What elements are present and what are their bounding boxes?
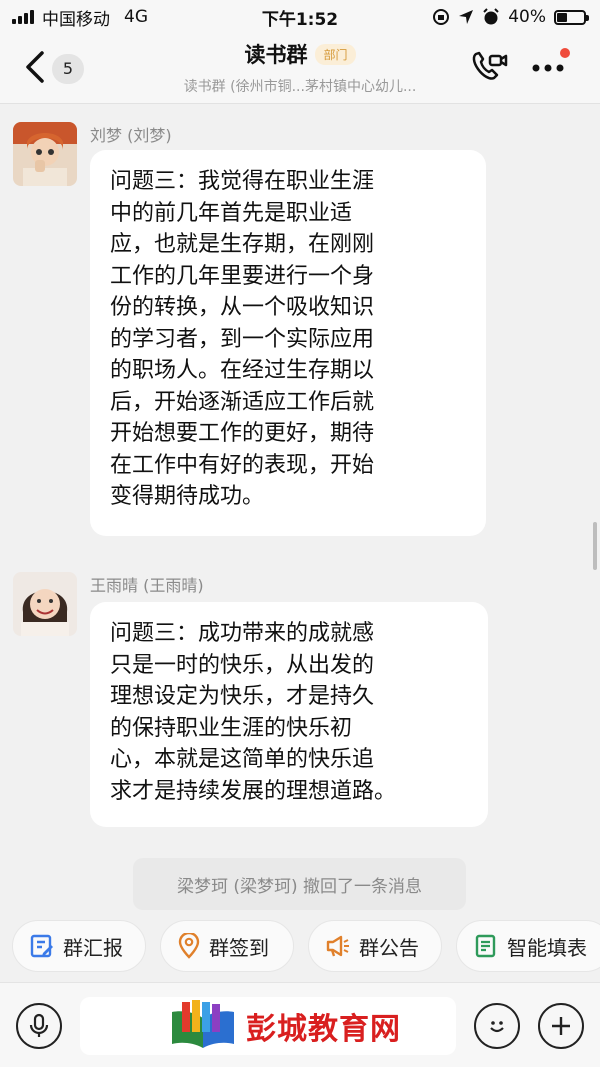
group-notice-button[interactable]: 群公告 bbox=[308, 920, 442, 972]
plus-icon bbox=[552, 1017, 570, 1035]
message-bubble[interactable]: 问题三：我觉得在职业生涯 中的前几年首先是职业适 应，也就是生存期，在刚刚 工作… bbox=[90, 150, 486, 536]
message-line: 份的转换，从一个吸收知识 bbox=[110, 295, 375, 320]
emoji-button[interactable] bbox=[474, 1003, 520, 1049]
form-icon bbox=[475, 934, 496, 958]
user-avatar-image bbox=[13, 122, 77, 186]
group-subtitle[interactable]: 读书群 (徐州市铜...茅村镇中心幼儿... bbox=[0, 76, 600, 96]
message-line: 工作的几年里要进行一个身 bbox=[110, 263, 375, 289]
status-bar: 中国移动 4G 下午1:52 40% bbox=[0, 0, 600, 34]
chip-label: 群签到 bbox=[209, 935, 269, 960]
scrollbar[interactable] bbox=[593, 522, 597, 570]
group-report-button[interactable]: 群汇报 bbox=[12, 920, 146, 972]
chip-label: 群汇报 bbox=[63, 935, 123, 960]
message-line: 变得期待成功。 bbox=[110, 484, 265, 509]
avatar[interactable] bbox=[13, 572, 77, 636]
department-badge: 部门 bbox=[315, 43, 356, 65]
chip-label: 智能填表 bbox=[507, 935, 587, 960]
message-line: 问题三：成功带来的成就感 bbox=[110, 621, 375, 646]
message-line: 中的前几年首先是职业适 bbox=[110, 200, 353, 226]
megaphone-icon bbox=[326, 935, 349, 957]
battery-icon bbox=[554, 9, 589, 25]
user-avatar-image bbox=[13, 572, 77, 636]
report-icon bbox=[30, 934, 53, 958]
battery-percent: 40% bbox=[508, 7, 546, 27]
alarm-icon bbox=[483, 8, 499, 25]
message-line: 应，也就是生存期，在刚刚 bbox=[110, 232, 375, 257]
rotation-lock-icon bbox=[433, 9, 450, 25]
message-line: 只是一时的快乐，从出发的 bbox=[110, 652, 375, 678]
voice-input-button[interactable] bbox=[16, 1003, 62, 1049]
message-line: 的职场人。在经过生存期以 bbox=[110, 358, 375, 383]
signal-icon bbox=[12, 10, 34, 24]
watermark: 彭城教育网 bbox=[170, 996, 440, 1056]
message-line: 的学习者，到一个实际应用 bbox=[110, 326, 375, 352]
network-label: 4G bbox=[124, 7, 148, 27]
message-line: 问题三：我觉得在职业生涯 bbox=[110, 169, 375, 194]
message-line: 开始想要工作的更好，期待 bbox=[110, 421, 375, 446]
phone-video-icon bbox=[472, 51, 508, 80]
message-bubble[interactable]: 问题三：成功带来的成就感 只是一时的快乐，从出发的 理想设定为快乐，才是持久 的… bbox=[90, 602, 488, 827]
recall-notice: 梁梦珂 (梁梦珂) 撤回了一条消息 bbox=[133, 858, 466, 910]
message-line: 心，本就是这简单的快乐追 bbox=[110, 747, 375, 772]
more-actions-button[interactable] bbox=[538, 1003, 584, 1049]
message-line: 理想设定为快乐，才是持久 bbox=[110, 684, 375, 709]
carrier-label: 中国移动 bbox=[42, 9, 110, 30]
chip-label: 群公告 bbox=[359, 935, 419, 960]
quick-action-bar: 群汇报 群签到 群公告 智能填表 bbox=[0, 920, 600, 976]
message-line: 后，开始逐渐适应工作后就 bbox=[110, 389, 375, 415]
watermark-text: 彭城教育网 bbox=[246, 1012, 401, 1047]
sender-name: 王雨晴 (王雨晴) bbox=[90, 576, 204, 595]
location-icon bbox=[178, 933, 200, 959]
sender-name: 刘梦 (刘梦) bbox=[90, 126, 172, 145]
chat-header: 5 读书群 部门 读书群 (徐州市铜...茅村镇中心幼儿... bbox=[0, 34, 600, 104]
group-call-button[interactable] bbox=[470, 50, 510, 84]
avatar[interactable] bbox=[13, 122, 77, 186]
smiley-icon bbox=[490, 1021, 504, 1033]
smart-form-button[interactable]: 智能填表 bbox=[456, 920, 600, 972]
message-line: 求才是持续发展的理想道路。 bbox=[110, 778, 397, 804]
notification-dot bbox=[560, 48, 570, 58]
group-checkin-button[interactable]: 群签到 bbox=[160, 920, 294, 972]
microphone-icon bbox=[29, 1013, 49, 1037]
message-line: 在工作中有好的表现，开始 bbox=[110, 452, 375, 478]
book-logo-icon bbox=[172, 1000, 234, 1048]
message-line: 的保持职业生涯的快乐初 bbox=[110, 715, 353, 741]
group-title[interactable]: 读书群 bbox=[244, 39, 307, 69]
location-arrow-icon bbox=[459, 10, 474, 24]
